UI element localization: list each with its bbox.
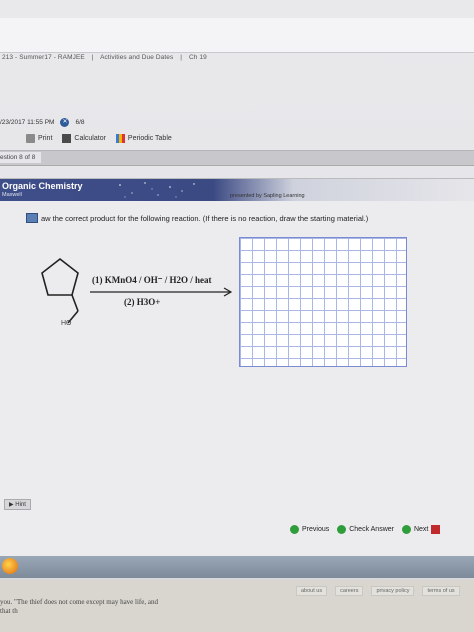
- status-icon: ✕: [60, 118, 70, 127]
- previous-button[interactable]: Previous: [290, 525, 329, 534]
- drawing-canvas[interactable]: [239, 237, 407, 367]
- os-taskbar: [0, 556, 474, 578]
- footer-about[interactable]: about us: [296, 586, 328, 596]
- calculator-icon: [62, 134, 72, 143]
- question-bar: estion 8 of 8: [0, 150, 474, 166]
- footer-careers[interactable]: careers: [335, 586, 364, 596]
- prompt-text: aw the correct product for the following…: [41, 213, 369, 223]
- paper-note: you. "The thief does not come except may…: [0, 598, 158, 615]
- print-button[interactable]: Print: [26, 134, 52, 143]
- reaction-arrow: [90, 287, 233, 297]
- calculator-button[interactable]: Calculator: [62, 134, 106, 143]
- breadcrumb-activities[interactable]: Activities and Due Dates: [100, 54, 173, 61]
- start-button-icon[interactable]: [2, 558, 18, 574]
- browser-screen: 213 - Summer17 - RAMJEE | Activities and…: [0, 0, 474, 580]
- breadcrumb-chapter[interactable]: Ch 19: [189, 54, 207, 61]
- breadcrumb-course[interactable]: 213 - Summer17 - RAMJEE: [2, 54, 85, 61]
- question-prompt: aw the correct product for the following…: [26, 213, 368, 223]
- footer-privacy[interactable]: privacy policy: [371, 586, 415, 596]
- print-icon: [26, 134, 35, 143]
- breadcrumb: 213 - Summer17 - RAMJEE | Activities and…: [2, 54, 207, 61]
- presented-by: presented by Sapling Learning: [230, 193, 305, 199]
- next-button[interactable]: Next: [401, 525, 441, 534]
- browser-toolbar: [0, 18, 474, 53]
- question-navigation: Previous Check Answer Next: [290, 525, 441, 534]
- hint-arrow-icon: ▶: [9, 502, 14, 508]
- banner-decoration: [119, 182, 195, 198]
- reactant-structure: [41, 257, 79, 324]
- question-panel: Organic Chemistry Maxwell presented by S…: [0, 178, 474, 569]
- next-icon: [401, 525, 411, 534]
- previous-icon: [290, 525, 299, 534]
- periodic-table-button[interactable]: Periodic Table: [115, 134, 172, 143]
- footer-links: about us careers privacy policy terms of…: [296, 586, 460, 596]
- hydroxyl-label: HO: [61, 320, 72, 327]
- due-date: /23/2017 11:55 PM: [0, 119, 55, 126]
- course-title: Organic Chemistry: [2, 181, 83, 191]
- check-answer-button[interactable]: Check Answer: [337, 525, 394, 534]
- periodic-table-icon: [115, 134, 125, 143]
- course-banner: Organic Chemistry Maxwell presented by S…: [0, 179, 474, 201]
- check-icon: [337, 525, 347, 534]
- reagent-step-2: (2) H3O+: [124, 297, 161, 307]
- footer-terms[interactable]: terms of us: [422, 586, 460, 596]
- reagent-step-1: (1) KMnO4 / OH⁻ / H2O / heat: [92, 275, 212, 285]
- course-author: Maxwell: [2, 192, 22, 198]
- assignment-meta: /23/2017 11:55 PM ✕ 6/8: [0, 118, 85, 127]
- question-counter: estion 8 of 8: [0, 152, 42, 163]
- draw-icon: [26, 213, 38, 223]
- score: 6/8: [75, 119, 85, 126]
- hint-button[interactable]: ▶ Hint: [4, 499, 31, 510]
- tools-row: Print Calculator Periodic Table: [26, 134, 172, 143]
- exit-icon[interactable]: [431, 525, 441, 534]
